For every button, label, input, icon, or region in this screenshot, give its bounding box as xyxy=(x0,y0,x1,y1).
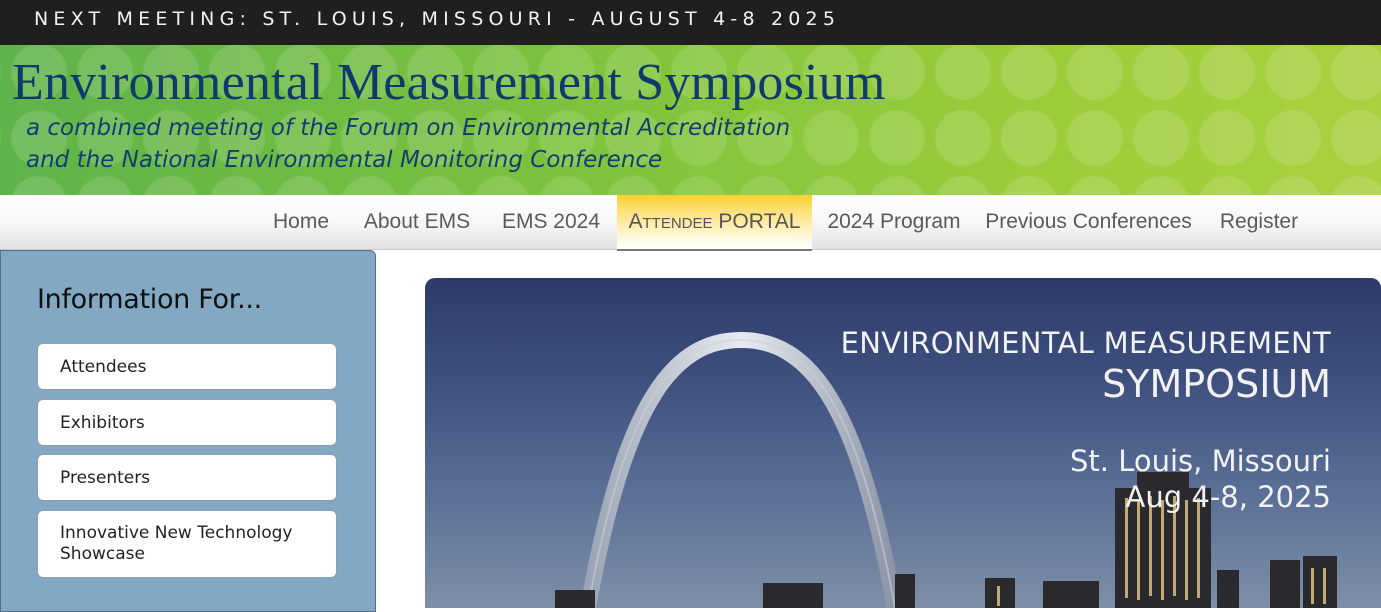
site-banner[interactable]: Environmental Measurement Symposium a co… xyxy=(0,45,1381,195)
sidebar-button-attendees[interactable]: Attendees xyxy=(37,343,337,390)
nav-register[interactable]: Register xyxy=(1202,195,1316,249)
announcement-bar: NEXT MEETING: ST. LOUIS, MISSOURI - AUGU… xyxy=(0,0,1381,45)
main-nav: Home About EMS EMS 2024 Attendee PORTAL … xyxy=(0,195,1381,251)
sidebar-heading: Information For... xyxy=(37,284,262,315)
nav-attendee-portal[interactable]: Attendee PORTAL xyxy=(617,195,812,251)
hero-image: ENVIRONMENTAL MEASUREMENT SYMPOSIUM St. … xyxy=(425,278,1381,608)
hero-heading-line1: ENVIRONMENTAL MEASUREMENT xyxy=(840,326,1331,360)
sidebar-button-presenters[interactable]: Presenters xyxy=(37,454,337,501)
sidebar-button-innovative-tech[interactable]: Innovative New Technology Showcase xyxy=(37,510,337,578)
hero-heading-line2: SYMPOSIUM xyxy=(1102,362,1331,406)
sidebar-button-label: Innovative New Technology Showcase xyxy=(60,523,293,564)
nav-home[interactable]: Home xyxy=(254,195,348,249)
nav-attendee-portal-part2: PORTAL xyxy=(718,210,801,233)
nav-attendee-portal-part1: Attendee xyxy=(628,210,713,233)
sidebar-button-label: Exhibitors xyxy=(60,412,145,433)
nav-previous-conferences[interactable]: Previous Conferences xyxy=(976,195,1201,249)
nav-about-ems[interactable]: About EMS xyxy=(349,195,485,249)
site-subtitle-line1: a combined meeting of the Forum on Envir… xyxy=(26,115,791,141)
nav-ems-2024[interactable]: EMS 2024 xyxy=(486,195,616,249)
sidebar-button-label: Attendees xyxy=(60,356,147,377)
gateway-arch xyxy=(580,331,903,608)
hero-dates: Aug 4-8, 2025 xyxy=(1125,480,1331,514)
sidebar-button-exhibitors[interactable]: Exhibitors xyxy=(37,399,337,446)
next-meeting-text: NEXT MEETING: ST. LOUIS, MISSOURI - AUGU… xyxy=(34,8,841,30)
info-sidebar: Information For... Attendees Exhibitors … xyxy=(0,250,376,612)
hero-location: St. Louis, Missouri xyxy=(1070,444,1331,478)
nav-2024-program[interactable]: 2024 Program xyxy=(813,195,975,249)
site-subtitle-line2: and the National Environmental Monitorin… xyxy=(26,147,663,173)
arch-highlight xyxy=(587,338,896,608)
sidebar-button-label: Presenters xyxy=(60,467,151,488)
site-title[interactable]: Environmental Measurement Symposium xyxy=(12,53,886,112)
